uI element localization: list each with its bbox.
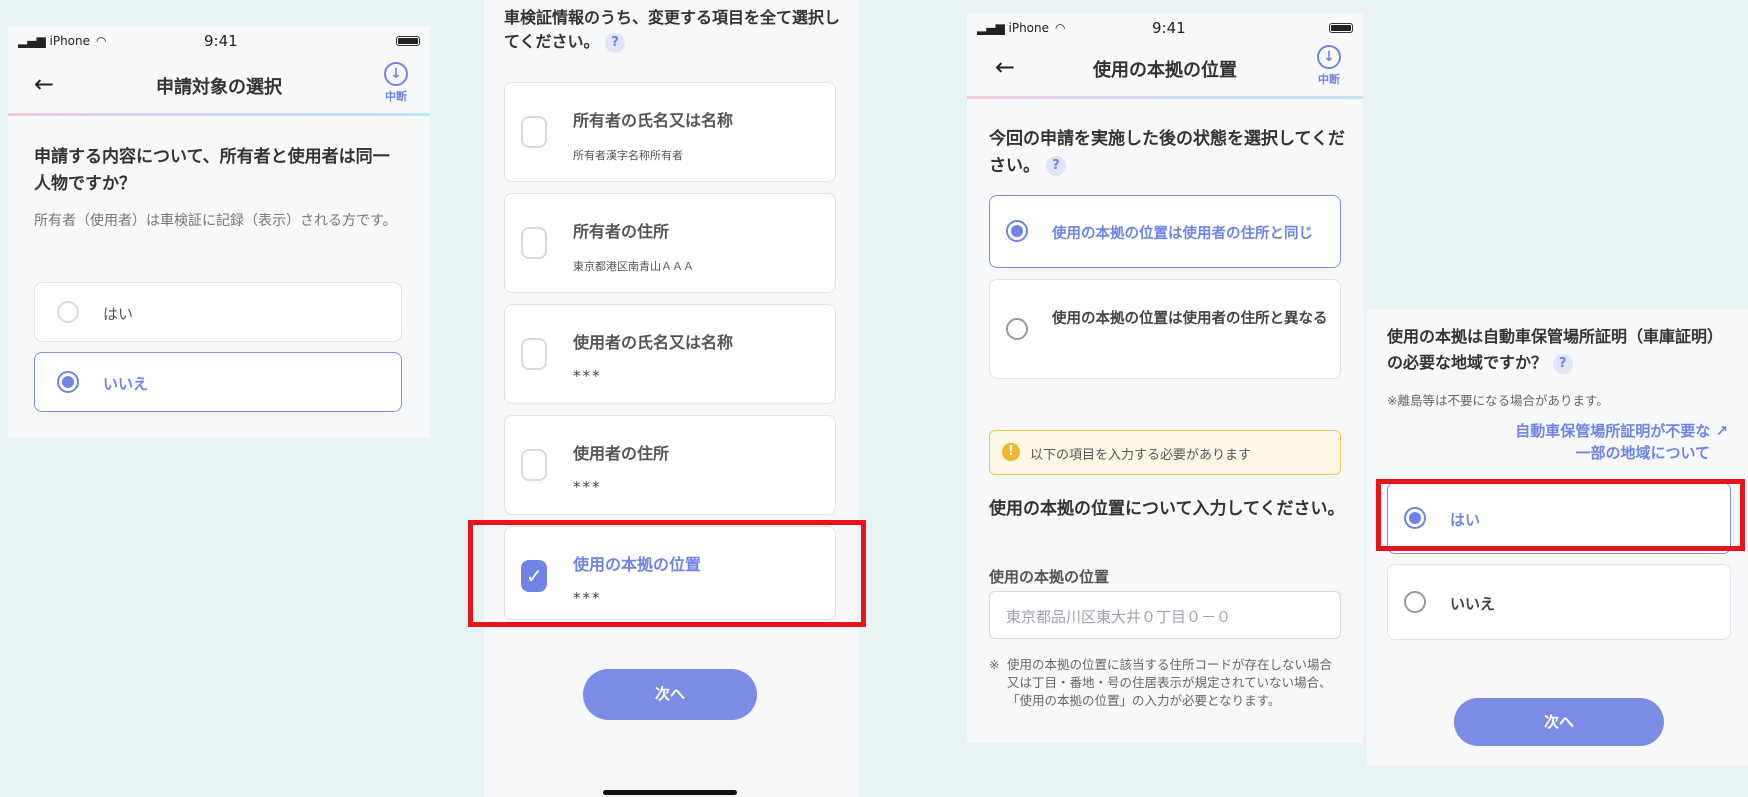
wifi-icon: ◠ [1055, 21, 1066, 35]
change-item-base-location[interactable]: 使用の本拠の位置 *** [504, 526, 836, 620]
radio-icon [1006, 318, 1028, 340]
change-item-user-address[interactable]: 使用者の住所 *** [504, 415, 836, 515]
wifi-icon: ◠ [96, 34, 107, 48]
nav-bar: ← 使用の本拠の位置 ↓ 中断 [967, 39, 1363, 99]
option-same-address[interactable]: 使用の本拠の位置は使用者の住所と同じ [989, 195, 1341, 268]
base-location-input[interactable]: 東京都品川区東大井０丁目０－０ [989, 591, 1341, 639]
screen-base-location: ▂▄▆ iPhone ◠ 9:41 ← 使用の本拠の位置 ↓ 中断 今回の申請を実… [967, 13, 1363, 743]
warning-icon: ! [1002, 443, 1020, 461]
radio-selected-icon [1006, 220, 1028, 242]
checkbox [521, 449, 547, 481]
checkbox [521, 227, 547, 259]
battery-icon [1329, 23, 1353, 33]
question-description: 所有者（使用者）は車検証に記録（表示）される方です。 [34, 213, 397, 229]
checkbox-checked-icon [521, 560, 547, 592]
page-title: 使用の本拠の位置 [1093, 60, 1237, 81]
option-yes[interactable]: はい [1387, 482, 1731, 554]
help-icon[interactable]: ? [1552, 353, 1573, 374]
radio-selected-icon [1404, 507, 1426, 529]
checkbox [521, 116, 547, 148]
question-text: 申請する内容について、所有者と使用者は同一人物ですか？ [34, 147, 390, 194]
change-item-user-name[interactable]: 使用者の氏名又は名称 *** [504, 304, 836, 404]
question-text: 車検証情報のうち、変更する項目を全て選択してください。 ? [504, 8, 841, 53]
battery-icon [396, 36, 420, 46]
screen-garage-certificate: 使用の本拠は自動車保管場所証明（車庫証明）の必要な地域ですか？ ? ※離島等は不… [1367, 310, 1748, 765]
question-note: ※離島等は不要になる場合があります。 [1387, 393, 1609, 408]
help-icon[interactable]: ? [605, 32, 626, 53]
radio-icon [57, 301, 79, 323]
screen-owner-user: ▂▄▆ iPhone ◠ 9:41 ← 申請対象の選択 ↓ 中断 申請する内容につ… [8, 26, 430, 438]
footnote-mark: ※ [989, 657, 1000, 672]
radio-selected-icon [57, 371, 79, 393]
radio-icon [1404, 591, 1426, 613]
page-title: 申請対象の選択 [156, 77, 282, 98]
download-icon: ↓ [384, 62, 408, 86]
question-text: 使用の本拠は自動車保管場所証明（車庫証明）の必要な地域ですか？ ? [1387, 327, 1724, 374]
status-bar: ▂▄▆ iPhone ◠ 9:41 [8, 26, 430, 56]
pause-button[interactable]: ↓ 中断 [1313, 45, 1345, 87]
screen-change-items: 車検証情報のうち、変更する項目を全て選択してください。 ? 所有者の氏名又は名称… [484, 0, 858, 797]
change-item-owner-address[interactable]: 所有者の住所 東京都港区南青山ＡＡＡ [504, 193, 836, 293]
option-different-address[interactable]: 使用の本拠の位置は使用者の住所と異なる [989, 279, 1341, 379]
signal-icon: ▂▄▆ iPhone ◠ [977, 21, 1066, 35]
help-icon[interactable]: ? [1045, 156, 1066, 176]
option-no[interactable]: いいえ [34, 352, 402, 412]
next-button[interactable]: 次へ [583, 669, 757, 720]
change-item-owner-name[interactable]: 所有者の氏名又は名称 所有者漢字名称所有者 [504, 82, 836, 182]
signal-icon: ▂▄▆ iPhone ◠ [18, 34, 107, 48]
pause-button[interactable]: ↓ 中断 [380, 62, 412, 104]
option-yes[interactable]: はい [34, 282, 402, 342]
next-button[interactable]: 次へ [1454, 698, 1664, 746]
field-label: 使用の本拠の位置 [989, 568, 1110, 586]
exempt-areas-link[interactable]: 自動車保管場所証明が不要な ↗ 一部の地域について [1428, 420, 1728, 464]
notice-box: ! 以下の項目を入力する必要があります [989, 430, 1341, 475]
checkbox [521, 338, 547, 370]
nav-bar: ← 申請対象の選択 ↓ 中断 [8, 56, 430, 116]
footnote-text: 使用の本拠の位置に該当する住所コードが存在しない場合又は丁目・番地・号の住居表示… [1007, 657, 1333, 708]
status-time: 9:41 [1152, 19, 1186, 37]
question-text: 今回の申請を実施した後の状態を選択してください。 ? [989, 129, 1345, 176]
home-indicator [603, 790, 737, 795]
download-icon: ↓ [1317, 45, 1341, 69]
status-time: 9:41 [204, 32, 238, 50]
section-title: 使用の本拠の位置について入力してください。 [989, 499, 1345, 519]
option-no[interactable]: いいえ [1387, 564, 1731, 640]
